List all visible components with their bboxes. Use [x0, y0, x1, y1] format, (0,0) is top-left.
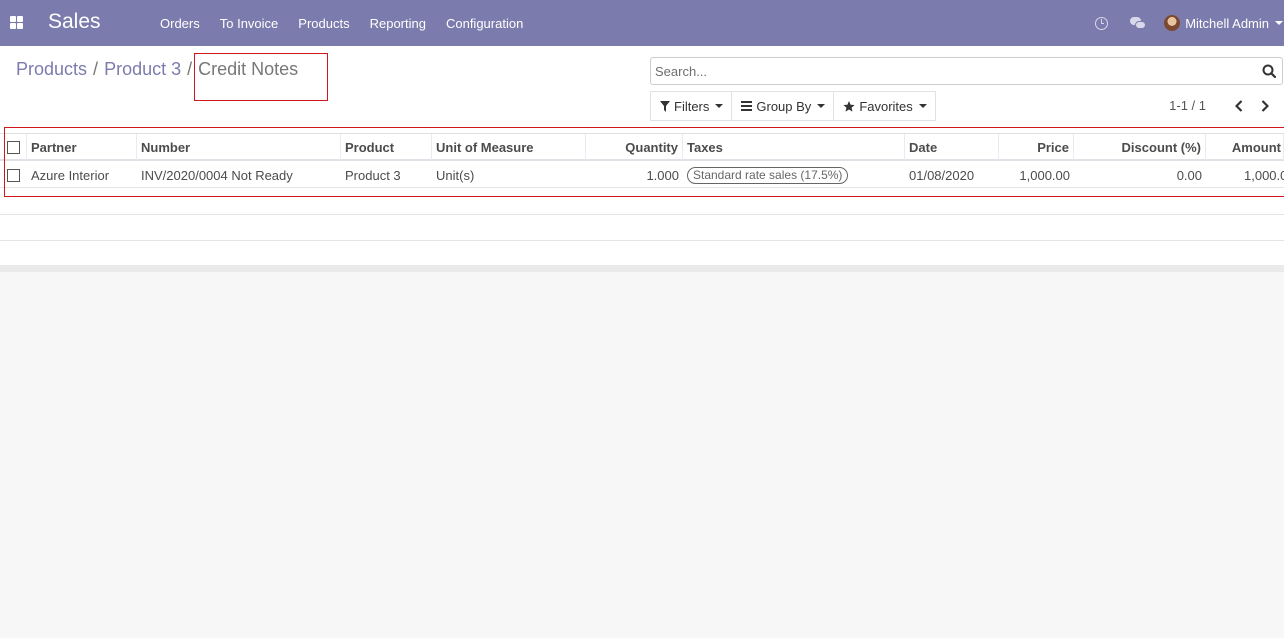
menu-item-configuration[interactable]: Configuration	[436, 16, 533, 31]
chevron-left-icon	[1235, 99, 1243, 112]
apps-menu-icon[interactable]	[10, 16, 23, 29]
cell-date: 01/08/2020	[909, 167, 975, 183]
group-by-button[interactable]: Group By	[731, 91, 835, 121]
empty-row	[0, 215, 1284, 241]
main-menu: Orders To Invoice Products Reporting Con…	[150, 0, 533, 46]
menu-item-products[interactable]: Products	[288, 16, 359, 31]
menu-item-reporting[interactable]: Reporting	[360, 16, 436, 31]
pager: 1-1 / 1	[1169, 98, 1272, 113]
search-options: Filters Group By Favorites	[650, 91, 936, 121]
column-header-discount[interactable]: Discount (%)	[1074, 134, 1206, 160]
user-name[interactable]: Mitchell Admin	[1185, 16, 1269, 31]
cell-partner: Azure Interior	[31, 167, 110, 183]
favorites-label: Favorites	[859, 98, 913, 114]
breadcrumb: Products / Product 3 / Credit Notes	[16, 59, 298, 80]
column-header-partner[interactable]: Partner	[27, 134, 137, 160]
menu-item-to-invoice[interactable]: To Invoice	[210, 16, 289, 31]
column-header-unit-of-measure[interactable]: Unit of Measure	[432, 134, 586, 160]
menu-item-orders[interactable]: Orders	[150, 16, 210, 31]
column-header-amount[interactable]: Amount	[1206, 134, 1284, 160]
search-bar	[650, 57, 1283, 85]
breadcrumb-current: Credit Notes	[198, 59, 299, 79]
table-header: Partner Number Product Unit of Measure Q…	[0, 133, 1284, 161]
row-select-cell	[0, 162, 27, 188]
breadcrumb-product-3[interactable]: Product 3	[104, 59, 181, 80]
cell-price: 1,000.00	[1019, 167, 1070, 183]
control-panel: Products / Product 3 / Credit Notes Filt…	[0, 46, 1284, 128]
top-navbar: Sales Orders To Invoice Products Reporti…	[0, 0, 1284, 46]
cell-number: INV/2020/0004 Not Ready	[141, 167, 293, 183]
filter-funnel-icon	[660, 100, 670, 112]
app-brand[interactable]: Sales	[48, 10, 101, 34]
filters-label: Filters	[674, 98, 710, 114]
column-header-date[interactable]: Date	[905, 134, 999, 160]
user-menu-chevron-down-icon[interactable]	[1275, 21, 1283, 25]
favorites-button[interactable]: Favorites	[833, 91, 936, 121]
user-avatar[interactable]	[1164, 15, 1181, 31]
cell-product: Product 3	[345, 167, 401, 183]
cell-quantity: 1.000	[646, 167, 679, 183]
chevron-down-icon	[715, 104, 724, 108]
column-header-price[interactable]: Price	[999, 134, 1074, 160]
row-checkbox[interactable]	[7, 168, 20, 182]
empty-row	[0, 241, 1284, 267]
select-all-cell	[0, 134, 27, 160]
filters-button[interactable]: Filters	[650, 91, 733, 121]
column-header-product[interactable]: Product	[341, 134, 432, 160]
cell-taxes: Standard rate sales (17.5%)	[683, 162, 905, 188]
pager-next-button[interactable]	[1258, 99, 1272, 113]
tax-tag: Standard rate sales (17.5%)	[687, 166, 849, 184]
chat-icon[interactable]	[1130, 17, 1147, 29]
search-icon[interactable]	[1262, 64, 1276, 78]
cell-unit-of-measure: Unit(s)	[436, 167, 475, 183]
star-icon	[843, 100, 855, 112]
list-view: Partner Number Product Unit of Measure Q…	[0, 127, 1284, 272]
breadcrumb-products[interactable]: Products	[16, 59, 87, 80]
navbar-systray: Mitchell Admin	[1095, 0, 1284, 46]
group-by-label: Group By	[756, 98, 812, 114]
column-header-number[interactable]: Number	[137, 134, 341, 160]
cell-amount: 1,000.00	[1244, 167, 1284, 183]
pager-value[interactable]: 1-1 / 1	[1169, 98, 1206, 113]
table-footer	[0, 265, 1284, 272]
chevron-down-icon	[918, 104, 927, 108]
activity-clock-icon[interactable]	[1095, 16, 1109, 30]
group-by-bars-icon	[741, 101, 753, 111]
pager-previous-button[interactable]	[1232, 99, 1246, 113]
breadcrumb-separator: /	[93, 59, 99, 79]
cell-discount: 0.00	[1176, 167, 1202, 183]
column-header-taxes[interactable]: Taxes	[683, 134, 905, 160]
table-row[interactable]: Azure Interior INV/2020/0004 Not Ready P…	[0, 162, 1284, 188]
chevron-down-icon	[817, 104, 826, 108]
search-input[interactable]	[655, 61, 1245, 81]
empty-row	[0, 189, 1284, 215]
chevron-right-icon	[1261, 99, 1269, 112]
select-all-checkbox[interactable]	[6, 140, 20, 154]
column-header-quantity[interactable]: Quantity	[586, 134, 683, 160]
breadcrumb-separator: /	[187, 59, 193, 79]
